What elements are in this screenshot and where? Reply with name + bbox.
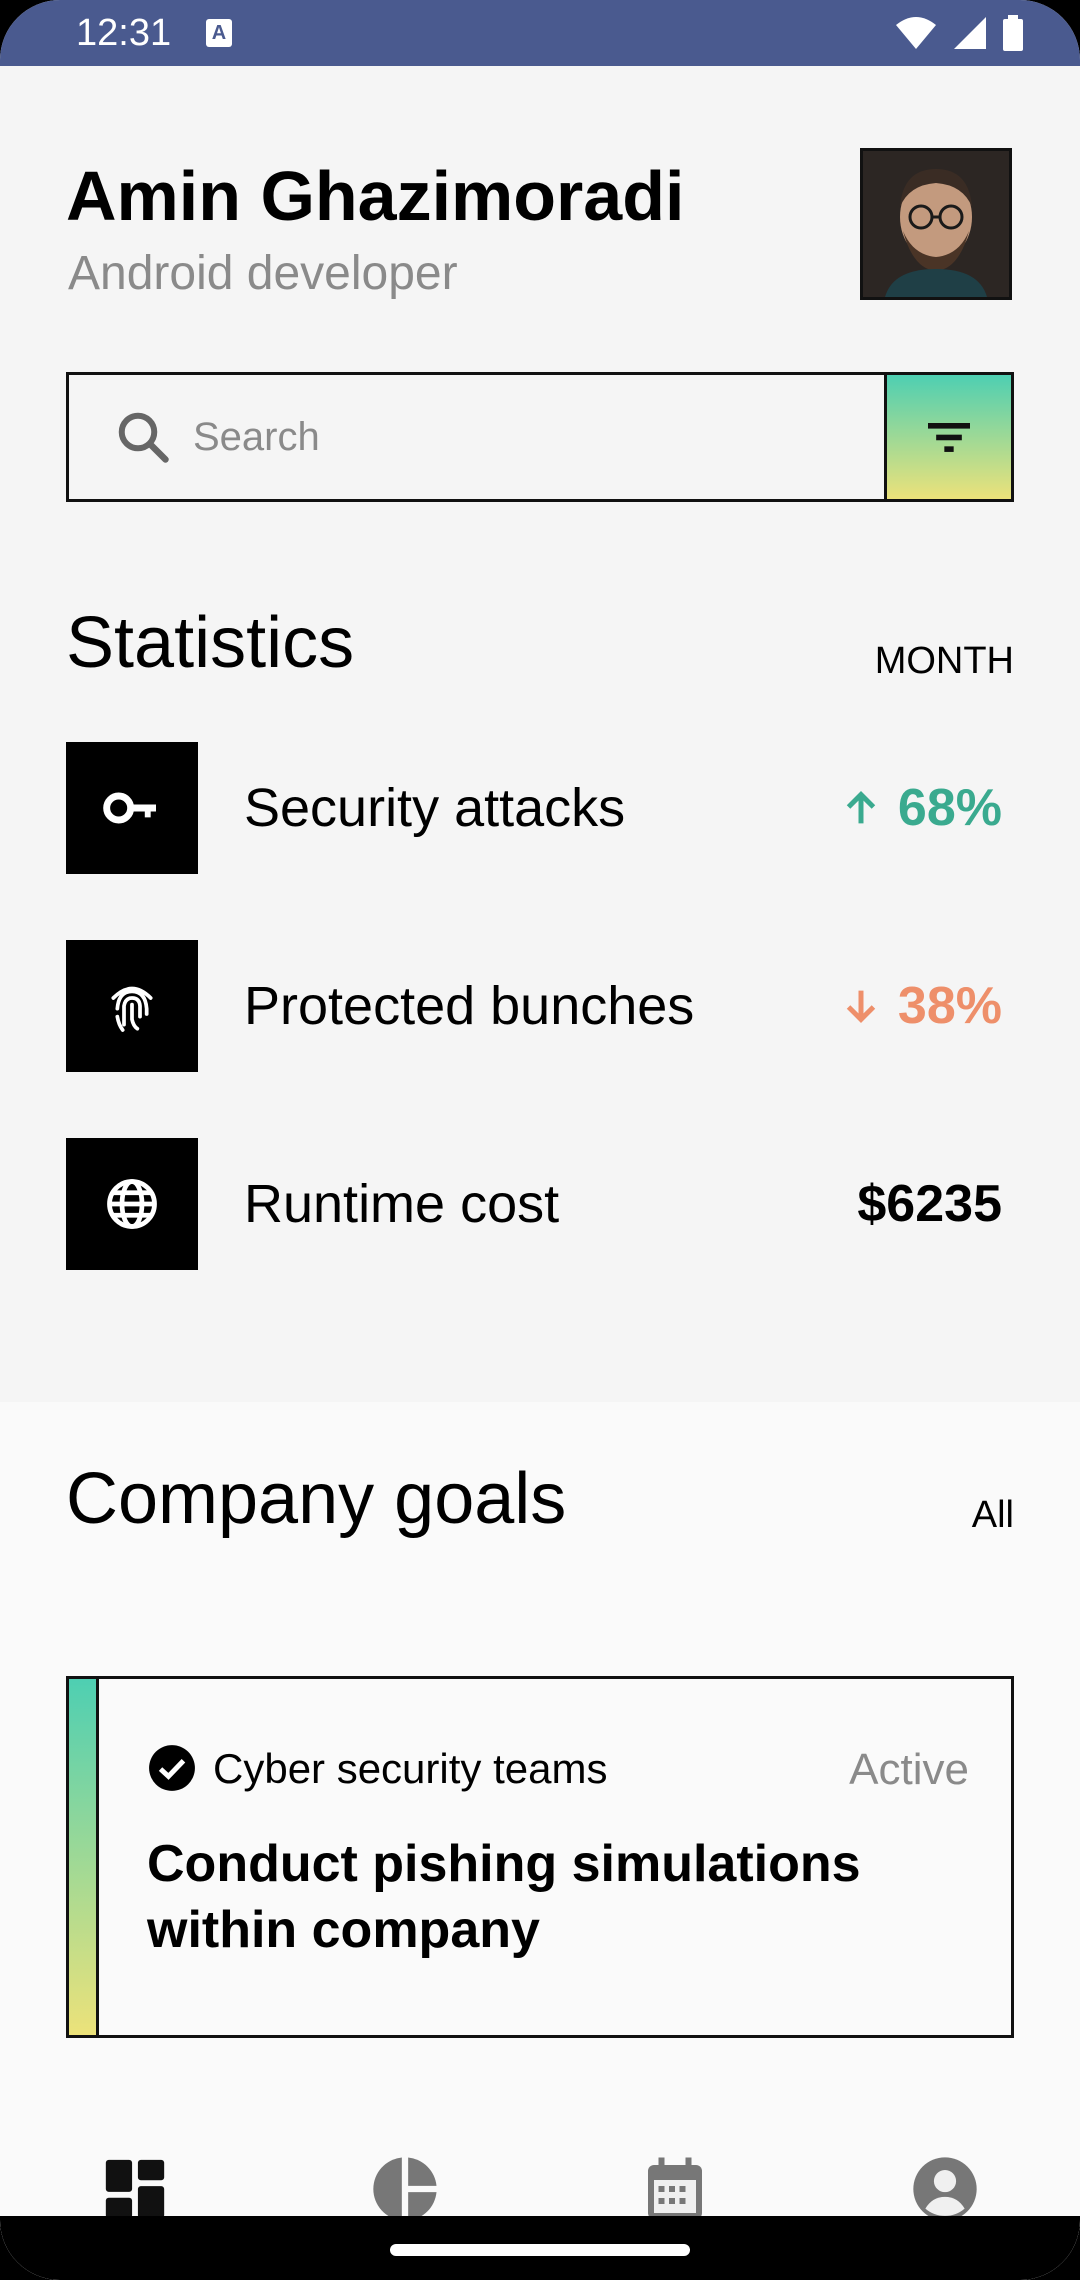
status-time: 12:31 <box>76 12 172 54</box>
goals-title: Company goals <box>66 1459 567 1539</box>
arrow-down-icon <box>846 990 876 1023</box>
dashboard-icon <box>105 2159 165 2219</box>
stat-icon-box <box>66 742 198 874</box>
phone-screen: 12:31 A Amin Ghazimoradi Android develop… <box>0 0 1080 2280</box>
goal-card[interactable]: Cyber security teams Active Conduct pish… <box>66 1676 1014 2038</box>
status-icons <box>894 15 1024 51</box>
globe-icon <box>107 1179 157 1229</box>
gesture-bar <box>0 2216 1080 2280</box>
goal-team: Cyber security teams <box>213 1745 608 1792</box>
goal-title: Conduct pishing simulations within compa… <box>147 1835 861 1959</box>
signal-icon <box>954 17 986 49</box>
fingerprint-icon <box>111 986 153 1032</box>
goal-status: Active <box>849 1745 969 1794</box>
main-content: Amin Ghazimoradi Android developer Searc… <box>0 66 1080 2280</box>
stat-icon-box <box>66 940 198 1072</box>
search-input[interactable] <box>191 413 795 461</box>
statistics-title: Statistics <box>66 603 355 683</box>
battery-icon <box>1003 15 1023 51</box>
stat-label: Runtime cost <box>244 1174 560 1234</box>
stat-row[interactable]: Runtime cost $6235 <box>66 1138 1014 1270</box>
stat-value-text: 38% <box>897 977 1002 1035</box>
home-gesture-handle[interactable] <box>390 2244 690 2256</box>
status-bar: 12:31 A <box>0 0 1080 66</box>
stat-label: Protected bunches <box>244 976 695 1036</box>
search-icon <box>118 412 169 463</box>
search-bar[interactable] <box>66 372 884 502</box>
goals-filter-button[interactable]: All <box>972 1494 1014 1537</box>
profile-name: Amin Ghazimoradi <box>66 157 685 235</box>
stat-label: Security attacks <box>244 778 626 838</box>
profile-role: Android developer <box>68 247 458 300</box>
filter-button[interactable] <box>884 372 1014 502</box>
arrow-up-icon <box>846 791 876 824</box>
stat-value-text: $6235 <box>857 1175 1002 1233</box>
notification-icon: A <box>206 19 232 47</box>
stat-value: 38% <box>838 976 1002 1036</box>
calendar-icon <box>648 2157 702 2219</box>
goal-accent-strip <box>69 1679 99 2035</box>
wifi-icon <box>896 17 936 49</box>
stat-icon-box <box>66 1138 198 1270</box>
stat-value: 68% <box>838 778 1002 838</box>
stat-value-text: 68% <box>897 779 1002 837</box>
stat-row[interactable]: Protected bunches 38% <box>66 940 1014 1072</box>
avatar[interactable] <box>860 148 1012 300</box>
avatar-photo <box>863 151 1009 297</box>
check-circle-icon <box>149 1745 195 1791</box>
key-icon <box>103 792 156 824</box>
stat-row[interactable]: Security attacks 68% <box>66 742 1014 874</box>
statistics-period-button[interactable]: MONTH <box>875 640 1014 683</box>
stat-value: $6235 <box>857 1174 1002 1234</box>
filter-icon <box>928 423 970 452</box>
